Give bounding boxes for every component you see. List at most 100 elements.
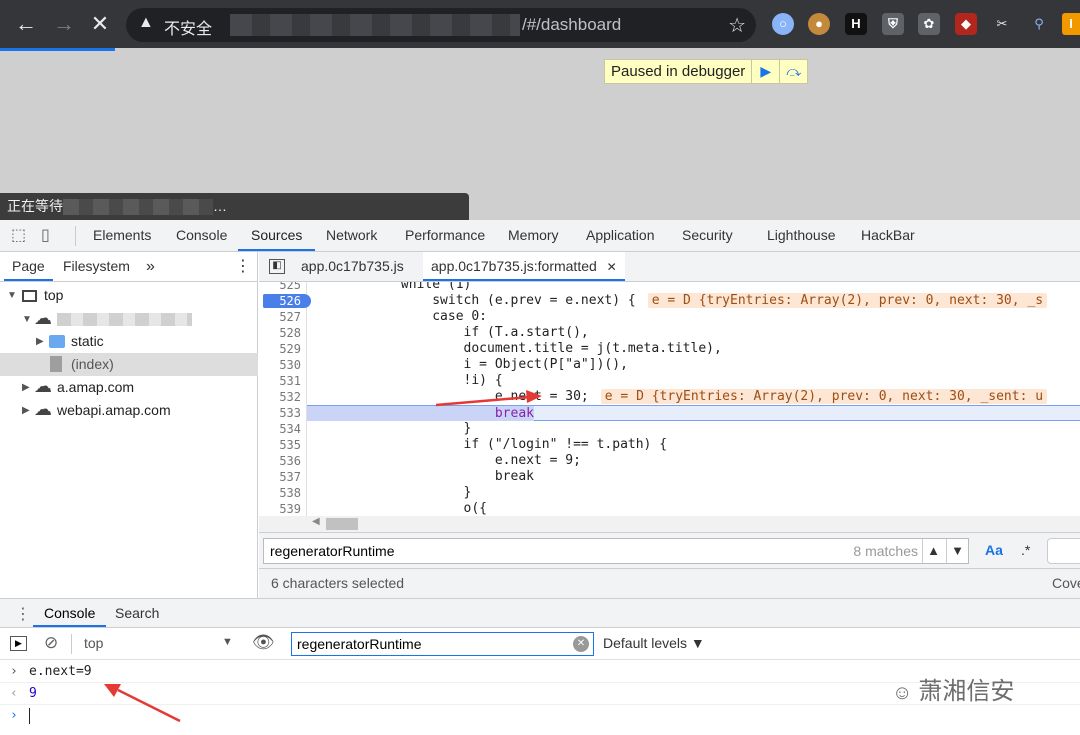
match-case-button[interactable]: Aa xyxy=(985,542,1003,558)
scroll-left-icon[interactable]: ◀ xyxy=(312,516,320,527)
extension-circle-icon[interactable]: ○ xyxy=(772,13,794,35)
console-filter-input[interactable]: regeneratorRuntime ✕ xyxy=(291,632,594,656)
tab-filesystem[interactable]: Filesystem xyxy=(63,252,130,281)
tab-elements[interactable]: Elements xyxy=(93,220,151,251)
tree-item-domain[interactable]: ▼ ☁ xyxy=(0,308,258,331)
clear-console-icon[interactable]: ⊘ xyxy=(44,633,58,653)
tab-page[interactable]: Page xyxy=(4,252,53,281)
inspect-element-icon[interactable]: ⬚ xyxy=(11,227,29,245)
collapsed-triangle-icon: ▶ xyxy=(36,336,44,347)
line-number[interactable]: 525 xyxy=(279,282,301,293)
tree-item-amap[interactable]: ▶ ☁ a.amap.com xyxy=(0,376,258,399)
forward-arrow-icon[interactable]: → xyxy=(50,10,78,38)
tree-item-static[interactable]: ▶ static xyxy=(0,330,258,353)
line-gutter[interactable]: 525 526 527 528 529 530 531 532 533 534 535 536 537 5… xyxy=(259,282,311,516)
tab-console[interactable]: Console xyxy=(176,220,227,251)
tab-performance[interactable]: Performance xyxy=(405,220,485,251)
extension-scissors-icon[interactable]: ✂ xyxy=(991,13,1013,35)
line-number[interactable]: 534 xyxy=(279,421,301,437)
code-line: i = Object(P["a"])(), xyxy=(307,357,1080,373)
watermark-text: 萧湘信安 xyxy=(918,678,1015,705)
line-number[interactable]: 533 xyxy=(279,405,301,421)
more-tabs-icon[interactable]: » xyxy=(146,252,155,281)
line-number[interactable]: 530 xyxy=(279,357,301,373)
line-number[interactable]: 539 xyxy=(279,501,301,516)
clear-filter-icon[interactable]: ✕ xyxy=(573,636,589,652)
horizontal-scrollbar[interactable]: ◀ xyxy=(259,516,1080,532)
editor-tab-source[interactable]: app.0c17b735.js xyxy=(301,252,404,281)
line-number[interactable]: 537 xyxy=(279,469,301,485)
loading-progress-bar xyxy=(0,48,115,51)
line-number[interactable]: 535 xyxy=(279,437,301,453)
console-prompt-line[interactable]: › xyxy=(0,705,1080,727)
line-number[interactable]: 536 xyxy=(279,453,301,469)
line-number[interactable]: 532 xyxy=(279,389,301,405)
tree-item-webapi[interactable]: ▶ ☁ webapi.amap.com xyxy=(0,399,258,422)
watermark: ☺ 萧湘信安 xyxy=(892,671,1014,706)
find-input[interactable]: regeneratorRuntime 8 matches ▲ ▼ xyxy=(263,538,969,564)
tab-memory[interactable]: Memory xyxy=(508,220,559,251)
line-number[interactable]: 531 xyxy=(279,373,301,389)
code-line: document.title = j(t.meta.title), xyxy=(307,341,1080,357)
tab-security[interactable]: Security xyxy=(682,220,733,251)
toggle-navigator-icon[interactable]: ◧ xyxy=(269,259,285,274)
divider xyxy=(71,634,72,654)
tab-network[interactable]: Network xyxy=(326,220,377,251)
tree-item-top[interactable]: ▼ top xyxy=(0,284,258,307)
drawer-tab-search[interactable]: Search xyxy=(115,599,159,627)
close-tab-icon[interactable]: ✕ xyxy=(607,260,617,274)
next-match-icon[interactable]: ▼ xyxy=(946,539,968,563)
output-chevron-icon: ‹ xyxy=(10,686,18,701)
drawer-tab-console[interactable]: Console xyxy=(33,599,107,627)
extension-ip-icon[interactable]: I xyxy=(1062,13,1080,35)
address-bar[interactable]: ▲ 不安全 /#/dashboard ☆ xyxy=(126,8,756,42)
line-number[interactable]: 529 xyxy=(279,341,301,357)
tab-lighthouse[interactable]: Lighthouse xyxy=(767,220,836,251)
code-text: document.title = j(t.meta.title), xyxy=(307,341,722,356)
line-number[interactable]: 538 xyxy=(279,485,301,501)
tab-hackbar[interactable]: HackBar xyxy=(861,220,915,251)
code-line: while (1) xyxy=(307,282,1080,293)
device-toolbar-icon[interactable]: ▯ xyxy=(41,227,59,245)
context-dropdown-icon[interactable]: ▼ xyxy=(222,636,233,648)
step-over-icon[interactable]: ⤼ xyxy=(779,60,807,83)
match-count: 8 matches xyxy=(853,543,918,559)
tab-application[interactable]: Application xyxy=(586,220,655,251)
code-area[interactable]: 525 526 527 528 529 530 531 532 533 534 535 536 537 5… xyxy=(259,282,1080,516)
extension-color-icon[interactable]: ◆ xyxy=(955,13,977,35)
context-selector[interactable]: top xyxy=(84,635,103,651)
show-sidebar-icon[interactable]: ▶ xyxy=(10,636,27,651)
live-expression-eye-icon[interactable]: 👁 xyxy=(252,632,275,653)
back-arrow-icon[interactable]: ← xyxy=(12,10,40,38)
kebab-menu-icon[interactable]: ⋮ xyxy=(235,252,251,281)
tree-item-index[interactable]: (index) xyxy=(0,353,258,376)
log-levels-dropdown[interactable]: Default levels ▼ xyxy=(603,635,705,651)
code-text: i = Object(P["a"])(), xyxy=(307,357,628,372)
extension-h-icon[interactable]: H xyxy=(845,13,867,35)
replace-toggle[interactable] xyxy=(1047,538,1080,564)
folder-icon xyxy=(49,335,65,348)
line-number[interactable]: 528 xyxy=(279,325,301,341)
resume-icon[interactable]: ▶ xyxy=(751,60,779,83)
extension-cluster-icon[interactable]: ✿ xyxy=(918,13,940,35)
extension-shield-icon[interactable]: ⛨ xyxy=(882,13,904,35)
inline-value-preview[interactable]: e = D {tryEntries: Array(2), prev: 0, ne… xyxy=(600,389,1048,404)
stop-loading-icon[interactable]: ✕ xyxy=(86,10,114,38)
editor-tab-formatted[interactable]: app.0c17b735.js:formatted ✕ xyxy=(423,252,625,281)
tab-sources[interactable]: Sources xyxy=(238,220,316,251)
line-number[interactable]: 526 xyxy=(279,293,301,309)
code-text: if (T.a.start(), xyxy=(307,325,589,340)
redacted-host xyxy=(230,14,520,36)
console-toolbar: ▶ ⊘ top ▼ 👁 regeneratorRuntime ✕ Default… xyxy=(0,628,1080,660)
line-number[interactable]: 527 xyxy=(279,309,301,325)
cloud-icon: ☁ xyxy=(34,399,52,419)
regex-button[interactable]: .* xyxy=(1021,542,1030,558)
extension-cookie-icon[interactable]: ● xyxy=(808,13,830,35)
code-line: break xyxy=(307,469,1080,485)
extension-pin-icon[interactable]: ⚲ xyxy=(1028,13,1050,35)
scroll-thumb[interactable] xyxy=(326,518,358,530)
drawer-menu-icon[interactable]: ⋮ xyxy=(15,604,31,624)
previous-match-icon[interactable]: ▲ xyxy=(922,539,944,563)
bookmark-star-icon[interactable]: ☆ xyxy=(728,13,746,38)
inline-value-preview[interactable]: e = D {tryEntries: Array(2), prev: 0, ne… xyxy=(647,293,1048,308)
